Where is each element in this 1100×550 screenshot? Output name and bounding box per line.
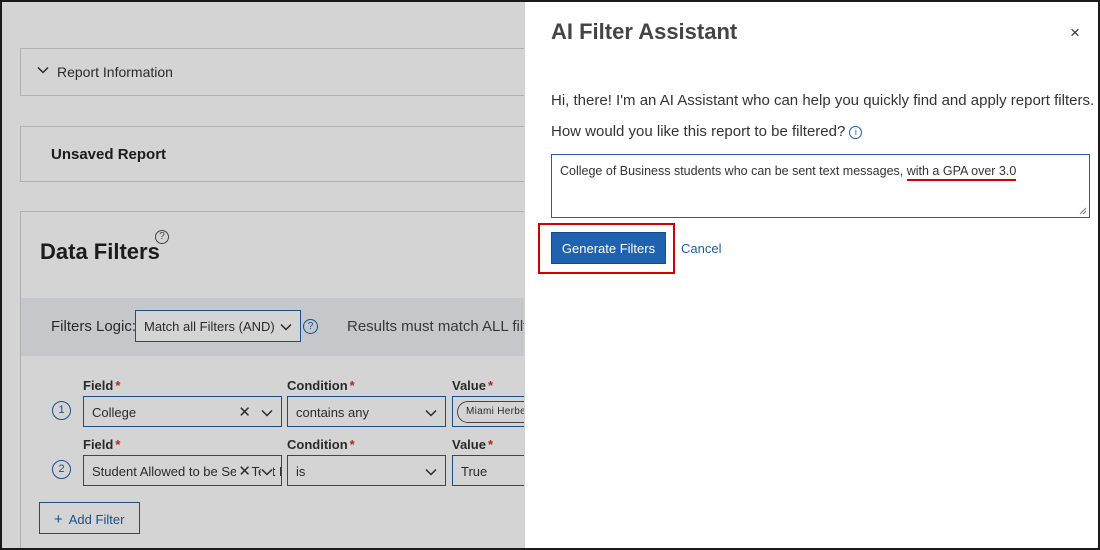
ai-filter-assistant-panel: AI Filter Assistant × Hi, there! I'm an …	[524, 2, 1098, 548]
assistant-intro: Hi, there! I'm an AI Assistant who can h…	[551, 92, 1095, 109]
screen-frame: Report Information Unsaved Report Data F…	[0, 0, 1100, 550]
generate-filters-button[interactable]: Generate Filters	[551, 232, 666, 264]
modal-backdrop[interactable]	[2, 2, 524, 548]
close-icon[interactable]: ×	[1070, 23, 1080, 43]
prompt-text: College of Business students who can be …	[560, 164, 907, 178]
cancel-link[interactable]: Cancel	[681, 241, 721, 256]
panel-title: AI Filter Assistant	[551, 19, 738, 44]
resize-handle-icon[interactable]	[1079, 207, 1087, 215]
filter-prompt-textarea[interactable]: College of Business students who can be …	[551, 154, 1090, 218]
prompt-text-highlighted: with a GPA over 3.0	[906, 164, 1017, 181]
assistant-question: How would you like this report to be fil…	[551, 123, 863, 140]
info-icon[interactable]: i	[849, 126, 863, 139]
